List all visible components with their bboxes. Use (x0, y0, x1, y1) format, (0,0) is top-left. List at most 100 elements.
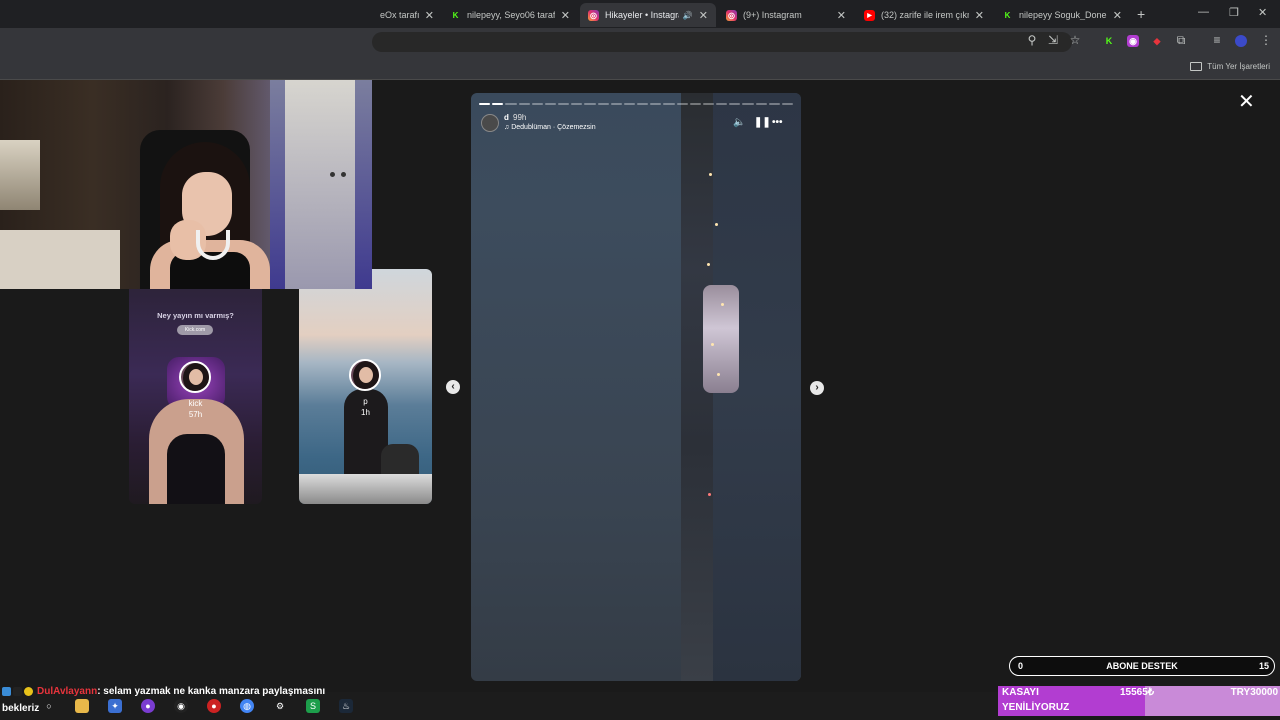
tab-2[interactable]: ◎ Hikayeler • Instagram 🔊 ✕ (580, 3, 716, 27)
progress-segment (505, 103, 517, 105)
tab-title: eOx tarafınd (380, 10, 419, 20)
address-bar[interactable] (372, 32, 1072, 52)
new-tab-button[interactable]: + (1137, 6, 1145, 22)
progress-segment (702, 103, 715, 105)
more-options-icon[interactable]: ••• (772, 117, 783, 128)
tab-title: (9+) Instagram (743, 10, 802, 20)
story-progress-bar (479, 103, 794, 105)
tab-5[interactable]: Knilepeyy Soguk_Doner16 ✕ (994, 3, 1130, 27)
chat-badge-icon (24, 687, 33, 696)
preview-time: 57h (188, 410, 203, 419)
tab-title: Hikayeler • Instagram (605, 10, 679, 20)
close-story-button[interactable]: ✕ (1238, 92, 1255, 112)
youtube-icon: ▶ (864, 9, 875, 21)
extension-red-icon[interactable]: ◆ (1151, 35, 1163, 47)
file-explorer-icon[interactable] (75, 699, 89, 713)
extension-icon[interactable]: ◉ (1127, 35, 1139, 47)
progress-segment (571, 103, 583, 105)
bookmarks-bar: Tüm Yer İşaretleri (0, 56, 1280, 80)
progress-segment (663, 103, 675, 105)
tab-close-icon[interactable]: ✕ (699, 9, 708, 22)
kick-extension-icon[interactable]: K (1103, 35, 1115, 47)
tab-close-icon[interactable]: ✕ (425, 9, 434, 22)
story-avatar[interactable] (481, 114, 499, 132)
progress-segment (650, 103, 662, 105)
profile-avatar[interactable] (1235, 35, 1247, 47)
progress-segment (781, 103, 794, 105)
preview-avatar (349, 359, 381, 391)
app-icon[interactable]: ✦ (108, 699, 122, 713)
bookmark-star-icon[interactable]: ☆ (1067, 33, 1083, 47)
previous-story-button[interactable]: ‹ (446, 380, 460, 394)
progress-segment (676, 103, 688, 105)
progress-segment (518, 103, 530, 105)
story-preview-kick[interactable]: Ney yayın mı varmış? Kick.com kick 57h (129, 269, 262, 504)
chat-badge-icon (2, 687, 11, 696)
app-icon-2[interactable]: ● (141, 699, 155, 713)
recorder-icon[interactable]: ● (207, 699, 221, 713)
chrome-icon[interactable]: ◍ (240, 699, 254, 713)
subscriber-goal-widget: 0 ABONE DESTEK 15 (1009, 656, 1275, 676)
tab-close-icon[interactable]: ✕ (561, 9, 570, 22)
extensions-puzzle-icon[interactable]: ⧉ (1173, 33, 1189, 48)
pause-icon[interactable]: ❚❚ (754, 117, 771, 128)
restore-button[interactable]: ❐ (1229, 6, 1239, 19)
tab-1[interactable]: Knilepeyy, Seyo06 tarafınd ✕ (442, 3, 578, 27)
zoom-icon[interactable]: ⚲ (1024, 33, 1040, 47)
preview-time: 1h (361, 408, 370, 417)
subscriber-goal-label: ABONE DESTEK (1106, 661, 1178, 671)
progress-segment (768, 103, 780, 105)
progress-segment (584, 103, 596, 105)
media-controls-icon[interactable]: ≡ (1209, 33, 1225, 47)
progress-segment (742, 103, 754, 105)
mute-icon[interactable]: 🔈 (733, 117, 745, 128)
story-preview-p[interactable]: p 1h (299, 269, 432, 504)
donation-amount: 15565₺ (1120, 687, 1155, 698)
all-bookmarks-button[interactable]: Tüm Yer İşaretleri (1190, 62, 1270, 71)
preview-avatar (179, 361, 211, 393)
preview-link-pill: Kick.com (177, 325, 213, 335)
tab-title: nilepeyy Soguk_Doner16 (1019, 10, 1107, 20)
donation-title-line2: YENİLİYORUZ (1002, 702, 1070, 713)
progress-segment (637, 103, 649, 105)
preview-username: p (363, 397, 368, 406)
chat-text: : selam yazmak ne kanka manzara paylaşma… (97, 686, 326, 697)
tab-close-icon[interactable]: ✕ (975, 9, 984, 22)
donation-goal: TRY30000 (1230, 687, 1278, 698)
tab-0[interactable]: KeOx tarafınd✕ (372, 3, 442, 27)
obs-icon[interactable]: ◉ (174, 699, 188, 713)
progress-segment (479, 103, 491, 105)
install-icon[interactable]: ⇲ (1045, 33, 1061, 47)
tab-audio-icon[interactable]: 🔊 (683, 11, 693, 20)
tab-title: nilepeyy, Seyo06 tarafınd (467, 10, 555, 20)
story-music-label[interactable]: ♫ Dedublüman · Çözemezsin (504, 124, 596, 131)
search-icon[interactable]: ○ (42, 699, 56, 713)
settings-icon[interactable]: ⚙ (273, 699, 287, 713)
tab-close-icon[interactable]: ✕ (1113, 9, 1122, 22)
progress-segment (689, 103, 701, 105)
preview-headline: Ney yayın mı varmış? (157, 311, 234, 320)
progress-segment (544, 103, 557, 105)
preview-rail (299, 474, 432, 504)
menu-icon[interactable]: ⋮ (1258, 33, 1274, 47)
tab-4[interactable]: ▶ (32) zarife ile irem çıkmak ✕ (856, 3, 992, 27)
steam-icon[interactable]: ♨ (339, 699, 353, 713)
progress-segment (558, 103, 570, 105)
tab-3[interactable]: ◎ (9+) Instagram ✕ (718, 3, 854, 27)
tab-close-icon[interactable]: ✕ (837, 9, 846, 22)
spreadsheet-icon[interactable]: S (306, 699, 320, 713)
chat-message: DulAvlayann : selam yazmak ne kanka manz… (2, 686, 325, 697)
progress-segment (597, 103, 609, 105)
minimize-button[interactable]: — (1198, 6, 1209, 18)
next-story-button[interactable]: › (810, 381, 824, 395)
subscriber-goal-target: 15 (1258, 661, 1269, 671)
story-music-text: Dedublüman · Çözemezsin (511, 124, 596, 131)
kick-icon: K (452, 10, 459, 20)
story-viewer[interactable]: d 99h ♫ Dedublüman · Çözemezsin 🔈 ❚❚ ••• (471, 93, 801, 681)
chat-username: DulAvlayann (37, 686, 98, 697)
progress-segment (755, 103, 767, 105)
story-ship (703, 285, 739, 393)
close-window-button[interactable]: ✕ (1258, 6, 1267, 19)
story-username[interactable]: d (504, 113, 509, 122)
webcam-overlay (0, 80, 372, 289)
